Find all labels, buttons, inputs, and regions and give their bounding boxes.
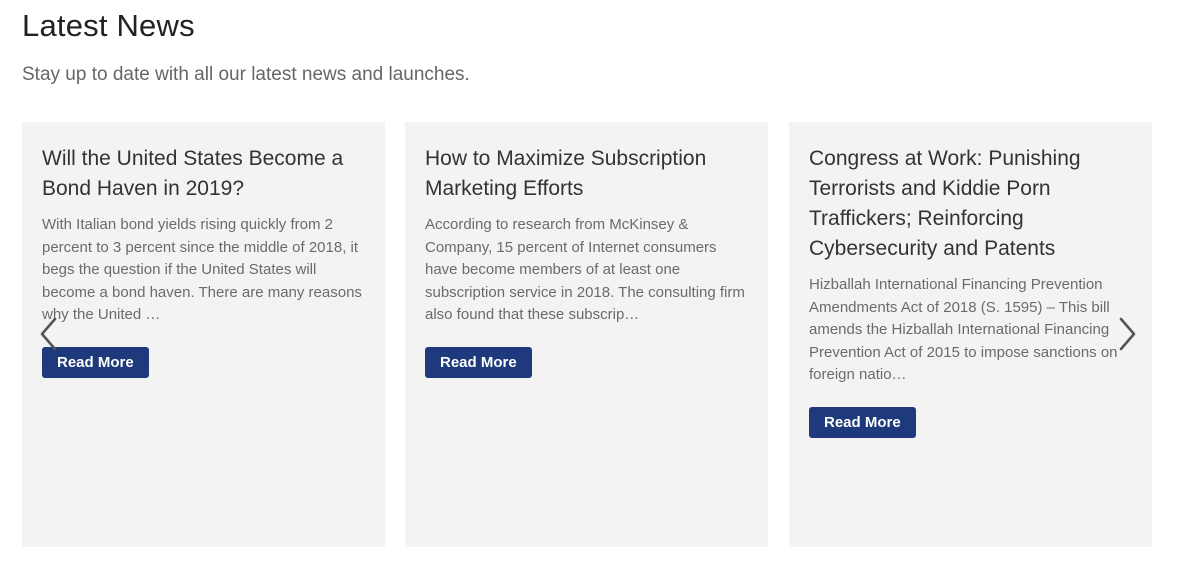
section-subtitle: Stay up to date with all our latest news… (22, 64, 470, 85)
chevron-right-icon (1119, 317, 1136, 351)
news-card: Will the United States Become a Bond Hav… (22, 122, 385, 547)
news-card-excerpt: According to research from McKinsey & Co… (425, 216, 745, 323)
news-card: How to Maximize Subscription Marketing E… (405, 122, 768, 547)
news-card-excerpt: Hizballah International Financing Preven… (809, 276, 1118, 383)
news-card-title[interactable]: How to Maximize Subscription Marketing E… (425, 144, 748, 204)
carousel-prev-button[interactable] (37, 316, 61, 352)
news-card-title[interactable]: Congress at Work: Punishing Terrorists a… (809, 144, 1132, 264)
read-more-button[interactable]: Read More (809, 406, 916, 438)
news-card-title[interactable]: Will the United States Become a Bond Hav… (42, 144, 365, 204)
news-card-excerpt: With Italian bond yields rising quickly … (42, 216, 362, 323)
section-title: Latest News (22, 8, 195, 43)
read-more-button[interactable]: Read More (425, 346, 532, 378)
news-carousel: Will the United States Become a Bond Hav… (22, 122, 1152, 547)
carousel-next-button[interactable] (1115, 316, 1139, 352)
chevron-left-icon (40, 317, 57, 351)
news-card: Congress at Work: Punishing Terrorists a… (789, 122, 1152, 547)
